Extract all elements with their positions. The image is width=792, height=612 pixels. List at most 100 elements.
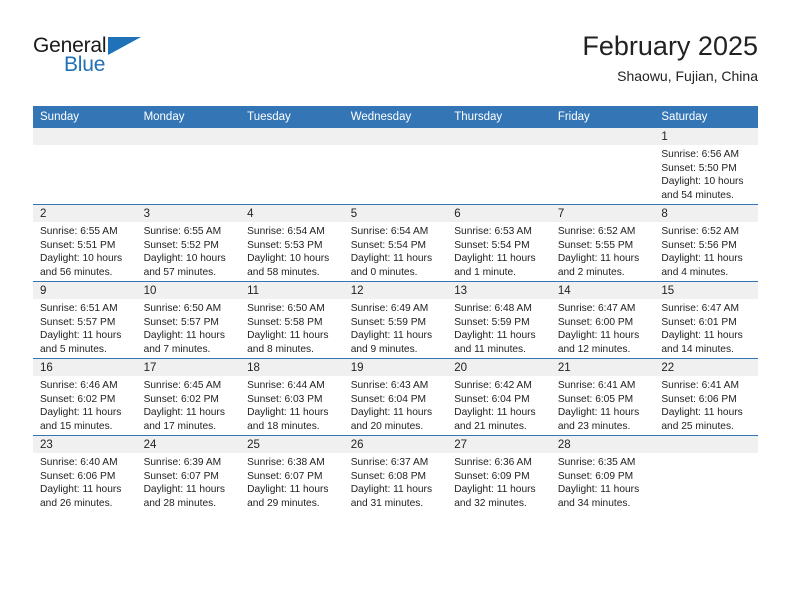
day-cell-content: [136, 128, 241, 204]
calendar-day-cell[interactable]: 5 Sunrise: 6:54 AM Sunset: 5:54 PM Daylight…: [343, 204, 448, 282]
day-cell-content: 4 Sunrise: 6:54 AM Sunset: 5:53 PM Daylight…: [240, 205, 344, 281]
day-sun-info: Sunrise: 6:50 AM Sunset: 5:57 PM Daylight:…: [137, 299, 241, 356]
sunrise-text: Sunrise: 6:55 AM: [143, 226, 222, 237]
day-sun-info: Sunrise: 6:43 AM Sunset: 6:04 PM Daylight:…: [344, 376, 448, 433]
day-cell-content: 27 Sunrise: 6:36 AM Sunset: 6:09 PM Dayligh…: [447, 436, 551, 512]
day-cell-content: 21 Sunrise: 6:41 AM Sunset: 6:05 PM Dayligh…: [550, 359, 655, 435]
day-number: 10: [136, 282, 241, 299]
day-cell-content: [447, 128, 551, 204]
calendar-day-cell[interactable]: 24 Sunrise: 6:39 AM Sunset: 6:07 PM Dayligh…: [136, 435, 241, 512]
weekday-header-friday: Friday: [550, 106, 655, 128]
day-sun-info: Sunrise: 6:54 AM Sunset: 5:53 PM Daylight:…: [240, 222, 344, 279]
calendar-day-cell[interactable]: 25 Sunrise: 6:38 AM Sunset: 6:07 PM Dayligh…: [240, 435, 344, 512]
calendar-day-cell[interactable]: 10 Sunrise: 6:50 AM Sunset: 5:57 PM Dayligh…: [136, 281, 241, 359]
daylight-text: Daylight: 11 hours and 18 minutes.: [247, 407, 329, 432]
sunset-text: Sunset: 5:52 PM: [143, 239, 219, 251]
sunset-text: Sunset: 5:51 PM: [40, 239, 116, 251]
calendar-day-cell[interactable]: 7 Sunrise: 6:52 AM Sunset: 5:55 PM Daylight…: [550, 204, 655, 282]
calendar-day-cell[interactable]: 23 Sunrise: 6:40 AM Sunset: 6:06 PM Dayligh…: [33, 435, 137, 512]
calendar-day-cell[interactable]: 12 Sunrise: 6:49 AM Sunset: 5:59 PM Dayligh…: [343, 281, 448, 359]
calendar-day-cell[interactable]: 26 Sunrise: 6:37 AM Sunset: 6:08 PM Dayligh…: [343, 435, 448, 512]
day-number: 12: [343, 282, 448, 299]
day-number: 28: [550, 436, 655, 453]
day-cell-content: 22 Sunrise: 6:41 AM Sunset: 6:06 PM Dayligh…: [654, 359, 758, 435]
day-number: 11: [240, 282, 344, 299]
calendar-day-cell[interactable]: 8 Sunrise: 6:52 AM Sunset: 5:56 PM Daylight…: [654, 204, 758, 282]
daylight-text: Daylight: 11 hours and 32 minutes.: [454, 484, 536, 509]
calendar-day-cell[interactable]: 4 Sunrise: 6:54 AM Sunset: 5:53 PM Daylight…: [240, 204, 344, 282]
day-cell-content: 17 Sunrise: 6:45 AM Sunset: 6:02 PM Dayligh…: [136, 359, 241, 435]
sunrise-text: Sunrise: 6:35 AM: [557, 457, 636, 468]
calendar-day-cell[interactable]: 17 Sunrise: 6:45 AM Sunset: 6:02 PM Dayligh…: [136, 358, 241, 436]
day-cell-content: 24 Sunrise: 6:39 AM Sunset: 6:07 PM Dayligh…: [136, 436, 241, 512]
day-sun-info: Sunrise: 6:50 AM Sunset: 5:58 PM Daylight:…: [240, 299, 344, 356]
sunrise-text: Sunrise: 6:41 AM: [661, 380, 739, 391]
calendar-day-cell[interactable]: 2 Sunrise: 6:55 AM Sunset: 5:51 PM Daylight…: [33, 204, 137, 282]
calendar-day-cell[interactable]: 1 Sunrise: 6:56 AM Sunset: 5:50 PM Daylight…: [654, 128, 758, 205]
brand-triangle-icon: [108, 37, 141, 55]
sunset-text: Sunset: 6:08 PM: [350, 470, 427, 482]
day-cell-content: 2 Sunrise: 6:55 AM Sunset: 5:51 PM Daylight…: [33, 205, 137, 281]
day-sun-info: Sunrise: 6:54 AM Sunset: 5:54 PM Daylight:…: [344, 222, 448, 279]
calendar-day-cell[interactable]: 27 Sunrise: 6:36 AM Sunset: 6:09 PM Dayligh…: [447, 435, 551, 512]
sunset-text: Sunset: 6:02 PM: [143, 393, 219, 405]
day-cell-content: 25 Sunrise: 6:38 AM Sunset: 6:07 PM Dayligh…: [240, 436, 344, 512]
sunrise-text: Sunrise: 6:52 AM: [557, 226, 636, 237]
calendar-day-cell[interactable]: 21 Sunrise: 6:41 AM Sunset: 6:05 PM Dayligh…: [550, 358, 655, 436]
daylight-text: Daylight: 10 hours and 56 minutes.: [40, 253, 123, 278]
sunrise-text: Sunrise: 6:51 AM: [40, 303, 118, 314]
title-block: February 2025 Shaowu, Fujian, China: [582, 30, 758, 86]
sunset-text: Sunset: 5:59 PM: [350, 316, 427, 328]
general-blue-logo: General Blue: [33, 34, 153, 82]
day-sun-info: Sunrise: 6:52 AM Sunset: 5:55 PM Daylight:…: [551, 222, 655, 279]
calendar-day-cell[interactable]: 20 Sunrise: 6:42 AM Sunset: 6:04 PM Dayligh…: [447, 358, 551, 436]
weekday-header-saturday: Saturday: [654, 106, 758, 128]
sunset-text: Sunset: 6:07 PM: [143, 470, 219, 482]
day-number: 5: [343, 205, 448, 222]
daylight-text: Daylight: 10 hours and 58 minutes.: [247, 253, 330, 278]
day-sun-info: Sunrise: 6:47 AM Sunset: 6:00 PM Daylight:…: [551, 299, 655, 356]
sunrise-text: Sunrise: 6:50 AM: [247, 303, 325, 314]
calendar-day-cell[interactable]: 28 Sunrise: 6:35 AM Sunset: 6:09 PM Dayligh…: [550, 435, 655, 512]
calendar-day-cell[interactable]: 22 Sunrise: 6:41 AM Sunset: 6:06 PM Dayligh…: [654, 358, 758, 436]
calendar-day-cell[interactable]: 13 Sunrise: 6:48 AM Sunset: 5:59 PM Dayligh…: [447, 281, 551, 359]
day-cell-content: 15 Sunrise: 6:47 AM Sunset: 6:01 PM Dayligh…: [654, 282, 758, 358]
sunrise-text: Sunrise: 6:46 AM: [40, 380, 118, 391]
daylight-text: Daylight: 11 hours and 9 minutes.: [350, 330, 433, 355]
weekday-header-row: Sunday Monday Tuesday Wednesday Thursday Frid…: [33, 106, 758, 128]
day-cell-content: 28 Sunrise: 6:35 AM Sunset: 6:09 PM Dayligh…: [550, 436, 655, 512]
day-number: 13: [447, 282, 551, 299]
daylight-text: Daylight: 11 hours and 1 minute.: [454, 253, 536, 278]
day-number: 19: [343, 359, 448, 376]
calendar-day-cell[interactable]: 16 Sunrise: 6:46 AM Sunset: 6:02 PM Dayligh…: [33, 358, 137, 436]
sunrise-text: Sunrise: 6:52 AM: [661, 226, 739, 237]
calendar-day-cell[interactable]: 19 Sunrise: 6:43 AM Sunset: 6:04 PM Dayligh…: [343, 358, 448, 436]
daylight-text: Daylight: 11 hours and 12 minutes.: [557, 330, 640, 355]
calendar-day-cell[interactable]: 9 Sunrise: 6:51 AM Sunset: 5:57 PM Daylight…: [33, 281, 137, 359]
calendar-day-cell[interactable]: 6 Sunrise: 6:53 AM Sunset: 5:54 PM Daylight…: [447, 204, 551, 282]
calendar-week-row: 9 Sunrise: 6:51 AM Sunset: 5:57 PM Daylight…: [33, 281, 758, 359]
day-cell-content: 8 Sunrise: 6:52 AM Sunset: 5:56 PM Daylight…: [654, 205, 758, 281]
calendar-day-cell[interactable]: 18 Sunrise: 6:44 AM Sunset: 6:03 PM Dayligh…: [240, 358, 344, 436]
daylight-text: Daylight: 11 hours and 4 minutes.: [661, 253, 743, 278]
day-sun-info: Sunrise: 6:38 AM Sunset: 6:07 PM Daylight:…: [240, 453, 344, 510]
sunset-text: Sunset: 6:06 PM: [40, 470, 116, 482]
daylight-text: Daylight: 11 hours and 14 minutes.: [661, 330, 743, 355]
sunrise-text: Sunrise: 6:43 AM: [350, 380, 429, 391]
sunset-text: Sunset: 6:05 PM: [557, 393, 634, 405]
sunset-text: Sunset: 5:54 PM: [454, 239, 530, 251]
sunrise-text: Sunrise: 6:45 AM: [143, 380, 222, 391]
daylight-text: Daylight: 11 hours and 29 minutes.: [247, 484, 329, 509]
sunrise-text: Sunrise: 6:36 AM: [454, 457, 532, 468]
daylight-text: Daylight: 11 hours and 34 minutes.: [557, 484, 640, 509]
sunrise-text: Sunrise: 6:55 AM: [40, 226, 118, 237]
calendar-day-cell[interactable]: 15 Sunrise: 6:47 AM Sunset: 6:01 PM Dayligh…: [654, 281, 758, 359]
day-sun-info: Sunrise: 6:42 AM Sunset: 6:04 PM Daylight:…: [447, 376, 551, 433]
sunset-text: Sunset: 6:00 PM: [557, 316, 634, 328]
calendar-day-cell[interactable]: 14 Sunrise: 6:47 AM Sunset: 6:00 PM Dayligh…: [550, 281, 655, 359]
calendar-day-cell[interactable]: 3 Sunrise: 6:55 AM Sunset: 5:52 PM Daylight…: [136, 204, 241, 282]
day-sun-info: Sunrise: 6:39 AM Sunset: 6:07 PM Daylight:…: [137, 453, 241, 510]
day-sun-info: Sunrise: 6:41 AM Sunset: 6:05 PM Daylight:…: [551, 376, 655, 433]
calendar-day-cell[interactable]: 11 Sunrise: 6:50 AM Sunset: 5:58 PM Dayligh…: [240, 281, 344, 359]
day-number: 26: [343, 436, 448, 453]
